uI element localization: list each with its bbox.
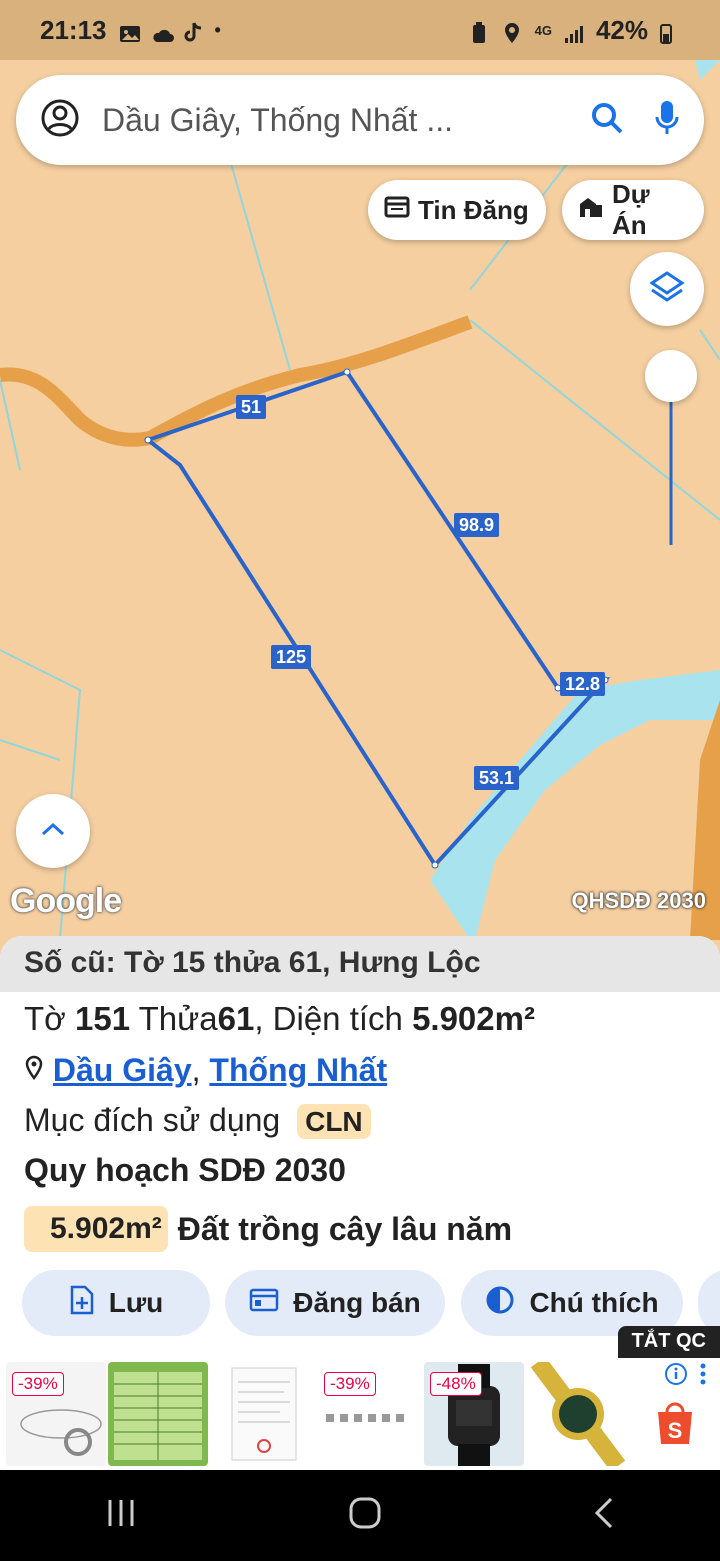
info-icon[interactable] [664, 1362, 688, 1391]
layers-button[interactable] [630, 252, 704, 326]
chevron-up-icon [40, 821, 66, 842]
tiktok-icon [183, 20, 203, 42]
plan-area-badge: 5.902m² [24, 1206, 168, 1252]
edge-length-label: 53.1 [474, 766, 520, 790]
microphone-icon[interactable] [654, 99, 680, 142]
province-link[interactable]: Thống Nhất [209, 1052, 387, 1088]
listing-icon [249, 1287, 279, 1320]
chip-label: Tin Đăng [418, 194, 529, 225]
district-link[interactable]: Dầu Giây [53, 1052, 192, 1088]
plan-description: Đất trồng cây lâu năm [177, 1210, 513, 1247]
battery-saver-icon [471, 20, 491, 43]
edge-length-label: 98.9 [454, 513, 500, 537]
zoom-slider-handle[interactable] [645, 350, 697, 402]
app-screen: 21:13 • 4G 42% 51 98.9 125 12.8 53.1 Dầu… [0, 0, 720, 1561]
chip-label: Dự Án [612, 179, 650, 240]
status-bar: 21:13 • 4G 42% [0, 0, 720, 60]
old-parcel-header: Số cũ: Tờ 15 thửa 61, Hưng Lộc [0, 936, 720, 992]
home-icon[interactable] [348, 1496, 382, 1535]
svg-text:S: S [668, 1418, 683, 1443]
location-pin-icon [24, 1052, 53, 1088]
button-label: Chú thích [529, 1287, 659, 1318]
ad-product-chart[interactable] [108, 1362, 208, 1466]
clock: 21:13 [40, 14, 107, 45]
land-use-code-badge: CLN [297, 1104, 371, 1139]
back-icon[interactable] [593, 1497, 615, 1534]
river-area [695, 60, 720, 80]
button-label: Lưu [108, 1287, 164, 1318]
ad-product-watch[interactable]: -48% [424, 1362, 524, 1466]
contrast-icon [485, 1285, 515, 1322]
search-input[interactable]: Dầu Giây, Thống Nhất ... [102, 102, 590, 139]
edge-length-label: 12.8 [560, 672, 606, 696]
building-icon [578, 195, 604, 226]
google-logo: Google [10, 882, 122, 920]
area-label: Diện tích [272, 1000, 403, 1037]
ad-product-document[interactable] [214, 1362, 314, 1466]
plot-label: Thửa [138, 1000, 218, 1037]
discount-badge: -48% [430, 1372, 482, 1396]
add-file-icon [69, 1285, 95, 1322]
battery-level: 42% [595, 14, 648, 45]
land-use-label: Mục đích sử dụng [24, 1102, 281, 1138]
land-use-row: Mục đích sử dụng CLN [24, 1102, 371, 1139]
discount-badge: -39% [324, 1372, 376, 1396]
search-bar[interactable]: Dầu Giây, Thống Nhất ... [16, 75, 704, 165]
plan-row: 5.902m² Đất trồng cây lâu năm [24, 1206, 512, 1252]
ad-product-ring[interactable]: -39% [6, 1362, 106, 1466]
expand-panel-button[interactable] [16, 794, 90, 868]
sheet-number: 151 [74, 1000, 131, 1037]
network-type: 4G [534, 22, 552, 38]
map-layer-label: QHSDĐ 2030 [571, 888, 706, 913]
location-row: Dầu Giây, Thống Nhất [24, 1052, 387, 1089]
area-value: 5.902m² [412, 1000, 535, 1037]
plot-number: 61 [217, 1000, 255, 1037]
chip-du-an[interactable]: Dự Án [562, 179, 704, 240]
gallery-icon [119, 20, 140, 42]
layers-icon [649, 269, 685, 310]
parcel-boundaries [0, 159, 720, 940]
button-label: Đăng bán [293, 1287, 421, 1318]
edge-length-label: 125 [271, 645, 312, 669]
listing-icon [384, 195, 410, 226]
plan-title: Quy hoạch SDĐ 2030 [24, 1152, 346, 1188]
cloud-icon [151, 20, 174, 42]
ad-product-gold-watch[interactable] [528, 1362, 628, 1466]
account-icon[interactable] [40, 98, 80, 143]
road [0, 315, 473, 447]
shopee-icon[interactable]: S [654, 1400, 696, 1451]
search-icon[interactable] [590, 101, 624, 140]
dot-icon: • [214, 19, 221, 40]
signal-icon [564, 20, 584, 43]
parcel-summary: Tờ 151 Thửa61, Diện tích 5.902m² [24, 1000, 535, 1037]
edge-length-label: 51 [236, 395, 267, 419]
save-button[interactable]: Lưu [22, 1270, 210, 1336]
post-for-sale-button[interactable]: Đăng bán [225, 1270, 445, 1336]
more-vertical-icon[interactable] [698, 1362, 708, 1391]
chip-tin-dang[interactable]: Tin Đăng [368, 180, 546, 240]
battery-icon [660, 20, 680, 44]
close-ad-button[interactable]: TẮT QC [617, 1326, 720, 1358]
recent-apps-icon[interactable] [105, 1498, 137, 1533]
discount-badge: -39% [12, 1372, 64, 1396]
separator: , [191, 1052, 201, 1088]
ad-product-accessories[interactable]: -39% [318, 1362, 418, 1466]
location-icon [503, 20, 523, 43]
sheet-label: Tờ [24, 1000, 66, 1037]
system-nav-bar [0, 1470, 720, 1561]
